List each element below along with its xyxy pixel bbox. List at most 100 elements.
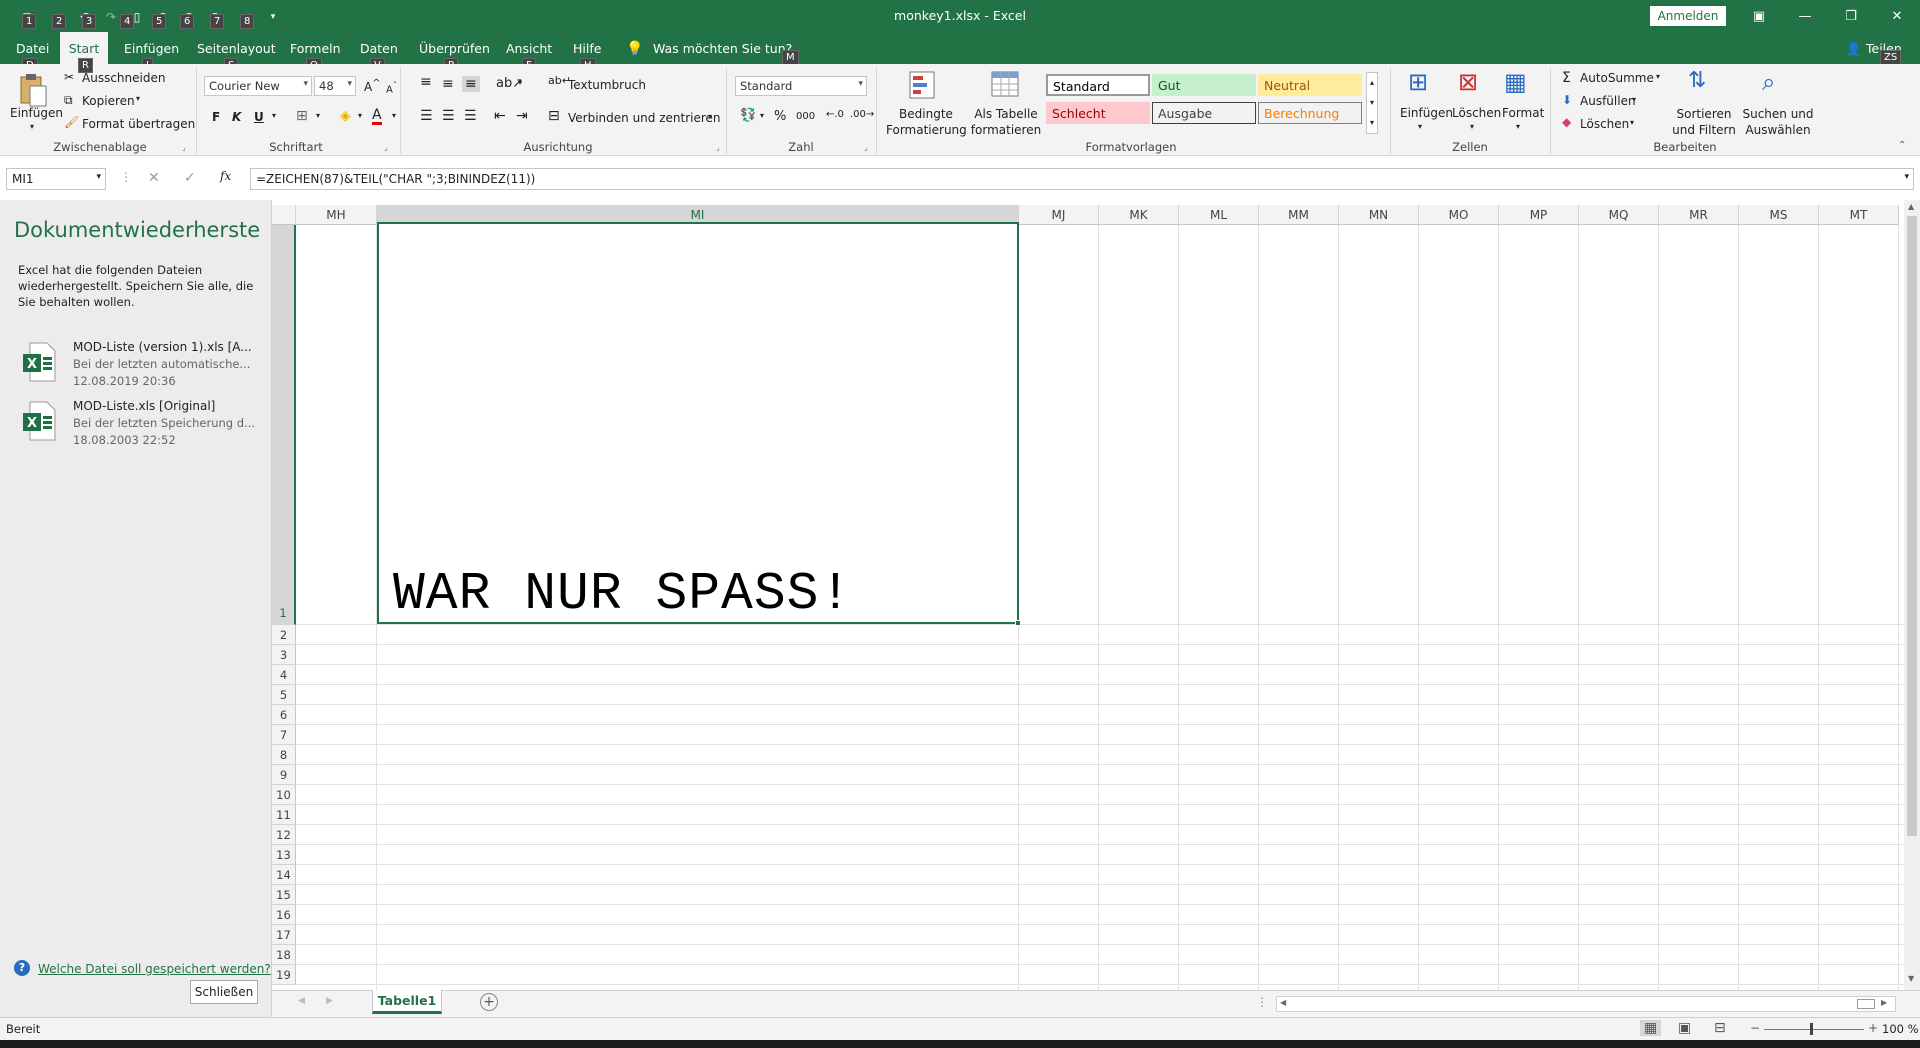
row-header-6[interactable]: 6 (272, 705, 296, 725)
tab-ueberpruefen[interactable]: Überprüfen (419, 41, 490, 56)
zoom-level[interactable]: 100 % (1882, 1022, 1919, 1036)
row-header-16[interactable]: 16 (272, 905, 296, 925)
row-header-17[interactable]: 17 (272, 925, 296, 945)
autosum-dropdown-icon[interactable]: ▾ (1656, 72, 1660, 81)
format-cells-icon[interactable]: ▦ (1504, 68, 1527, 96)
clipboard-launcher-icon[interactable]: ⌟ (182, 143, 186, 152)
next-sheet-icon[interactable]: ▶ (326, 996, 333, 1006)
scroll-right-icon[interactable]: ▶ (1881, 998, 1887, 1007)
column-header-ml[interactable]: ML (1179, 205, 1259, 225)
column-header-mt[interactable]: MT (1819, 205, 1899, 225)
column-header-mj[interactable]: MJ (1019, 205, 1099, 225)
font-color-dropdown-icon[interactable]: ▾ (392, 111, 396, 120)
expand-formula-icon[interactable]: ▾ (1904, 172, 1909, 182)
decrease-decimal-icon[interactable]: .00→ (850, 109, 874, 120)
tab-split-handle[interactable]: ⋮ (1256, 995, 1268, 1009)
row-header-1[interactable]: 1 (272, 225, 296, 625)
font-name-combo[interactable]: Courier New ▾ (204, 76, 312, 96)
formula-options-icon[interactable]: ⋮ (120, 170, 132, 184)
paste-button[interactable]: Einfügen (10, 106, 63, 120)
merge-center-icon[interactable]: ⊟ (548, 108, 560, 124)
minimize-icon[interactable]: — (1782, 0, 1828, 32)
insert-cells-button[interactable]: Einfügen (1400, 106, 1453, 120)
autosum-button[interactable]: AutoSumme (1580, 71, 1654, 85)
row-header-19[interactable]: 19 (272, 965, 296, 985)
cancel-entry-icon[interactable]: ✕ (148, 170, 160, 186)
row-header-12[interactable]: 12 (272, 825, 296, 845)
increase-decimal-icon[interactable]: ←.0 (826, 109, 844, 120)
tab-ansicht[interactable]: Ansicht (506, 41, 552, 56)
align-middle-icon[interactable]: ≡ (442, 76, 454, 92)
style-gut[interactable]: Gut (1152, 74, 1256, 96)
tab-hilfe[interactable]: Hilfe (573, 41, 601, 56)
row-header-7[interactable]: 7 (272, 725, 296, 745)
align-right-icon[interactable]: ☰ (464, 108, 477, 124)
column-header-mo[interactable]: MO (1419, 205, 1499, 225)
zoom-in-icon[interactable]: + (1868, 1021, 1878, 1035)
sort-filter-button[interactable]: Sortieren und Filtern (1668, 106, 1740, 138)
column-header-mm[interactable]: MM (1259, 205, 1339, 225)
scroll-thumb[interactable] (1907, 216, 1917, 836)
format-painter-icon[interactable]: 🖌 (64, 115, 79, 129)
page-layout-view-icon[interactable]: ▣ (1678, 1020, 1691, 1036)
signin-button[interactable]: Anmelden (1650, 6, 1726, 26)
row-header-5[interactable]: 5 (272, 685, 296, 705)
tab-formeln[interactable]: Formeln (290, 41, 341, 56)
find-select-button[interactable]: Suchen und Auswählen (1742, 106, 1814, 138)
column-header-mr[interactable]: MR (1659, 205, 1739, 225)
copy-dropdown-icon[interactable]: ▾ (136, 94, 140, 103)
row-header-15[interactable]: 15 (272, 885, 296, 905)
styles-gallery-scroll[interactable]: ▴ ▾ ▾ (1366, 72, 1378, 134)
number-launcher-icon[interactable]: ⌟ (864, 143, 868, 152)
prev-sheet-icon[interactable]: ◀ (298, 996, 305, 1006)
cut-button[interactable]: Ausschneiden (82, 71, 165, 85)
grow-font-icon[interactable]: A^ (364, 78, 381, 94)
tab-datei[interactable]: Datei (16, 41, 49, 56)
paste-dropdown-icon[interactable]: ▾ (30, 122, 34, 131)
align-bottom-icon[interactable]: ≡ (462, 76, 480, 92)
align-left-icon[interactable]: ☰ (420, 108, 433, 124)
hscroll-thumb[interactable] (1857, 999, 1875, 1009)
paste-icon[interactable] (16, 70, 50, 110)
share-icon[interactable]: 👤 (1846, 41, 1862, 57)
horizontal-scrollbar[interactable]: ◀ ▶ (1276, 996, 1896, 1012)
insert-function-icon[interactable]: fx (220, 169, 231, 183)
zoom-slider[interactable] (1764, 1029, 1864, 1030)
zoom-out-icon[interactable]: − (1750, 1021, 1760, 1035)
increase-indent-icon[interactable]: ⇥ (516, 108, 528, 124)
sheet-tab-tabelle1[interactable]: Tabelle1 (372, 990, 442, 1014)
find-select-icon[interactable]: ⌕ (1762, 68, 1775, 96)
close-icon[interactable]: ✕ (1874, 0, 1920, 32)
insert-cells-icon[interactable]: ⊞ (1408, 68, 1428, 96)
wrap-text-button[interactable]: Textumbruch (568, 78, 646, 92)
cut-icon[interactable]: ✂ (64, 70, 74, 84)
format-painter-button[interactable]: Format übertragen (82, 117, 195, 131)
conditional-formatting-button[interactable]: Bedingte Formatierung (886, 106, 967, 138)
tab-einfuegen[interactable]: Einfügen (124, 41, 179, 56)
confirm-entry-icon[interactable]: ✓ (184, 170, 196, 186)
clear-button[interactable]: Löschen (1580, 117, 1629, 131)
worksheet-grid[interactable]: MH MI MJ MK ML MM MN MO MP MQ MR MS MT 1 2 3 4 5 6 7 8 9 10 11… (272, 200, 1920, 990)
italic-button[interactable]: K (232, 110, 241, 124)
decrease-indent-icon[interactable]: ⇤ (494, 108, 506, 124)
row-header-13[interactable]: 13 (272, 845, 296, 865)
copy-button[interactable]: Kopieren (82, 94, 135, 108)
page-break-view-icon[interactable]: ⊟ (1714, 1020, 1726, 1036)
underline-button[interactable]: U (254, 110, 264, 124)
add-sheet-icon[interactable]: + (480, 993, 498, 1011)
selected-cell-mi1[interactable]: WAR NUR SPASS! (377, 222, 1021, 626)
row-header-3[interactable]: 3 (272, 645, 296, 665)
recovered-file-item[interactable]: X MOD-Liste (version 1).xls [A... Bei de… (18, 340, 268, 398)
fill-button[interactable]: Ausfüllen (1580, 94, 1636, 108)
bold-button[interactable]: F (212, 110, 220, 124)
borders-icon[interactable]: ⊞ (296, 108, 308, 124)
which-file-help-link[interactable]: Welche Datei soll gespeichert werden? (38, 962, 271, 976)
name-box[interactable]: MI1 ▾ (6, 168, 106, 190)
fill-dropdown-icon[interactable]: ▾ (1632, 95, 1636, 104)
underline-dropdown-icon[interactable]: ▾ (272, 111, 276, 120)
font-color-icon[interactable]: A (372, 108, 382, 125)
accounting-format-icon[interactable]: 💱 (740, 108, 756, 123)
row-header-14[interactable]: 14 (272, 865, 296, 885)
accounting-dropdown-icon[interactable]: ▾ (760, 111, 764, 120)
recovered-file-item[interactable]: X MOD-Liste.xls [Original] Bei der letzt… (18, 399, 268, 457)
